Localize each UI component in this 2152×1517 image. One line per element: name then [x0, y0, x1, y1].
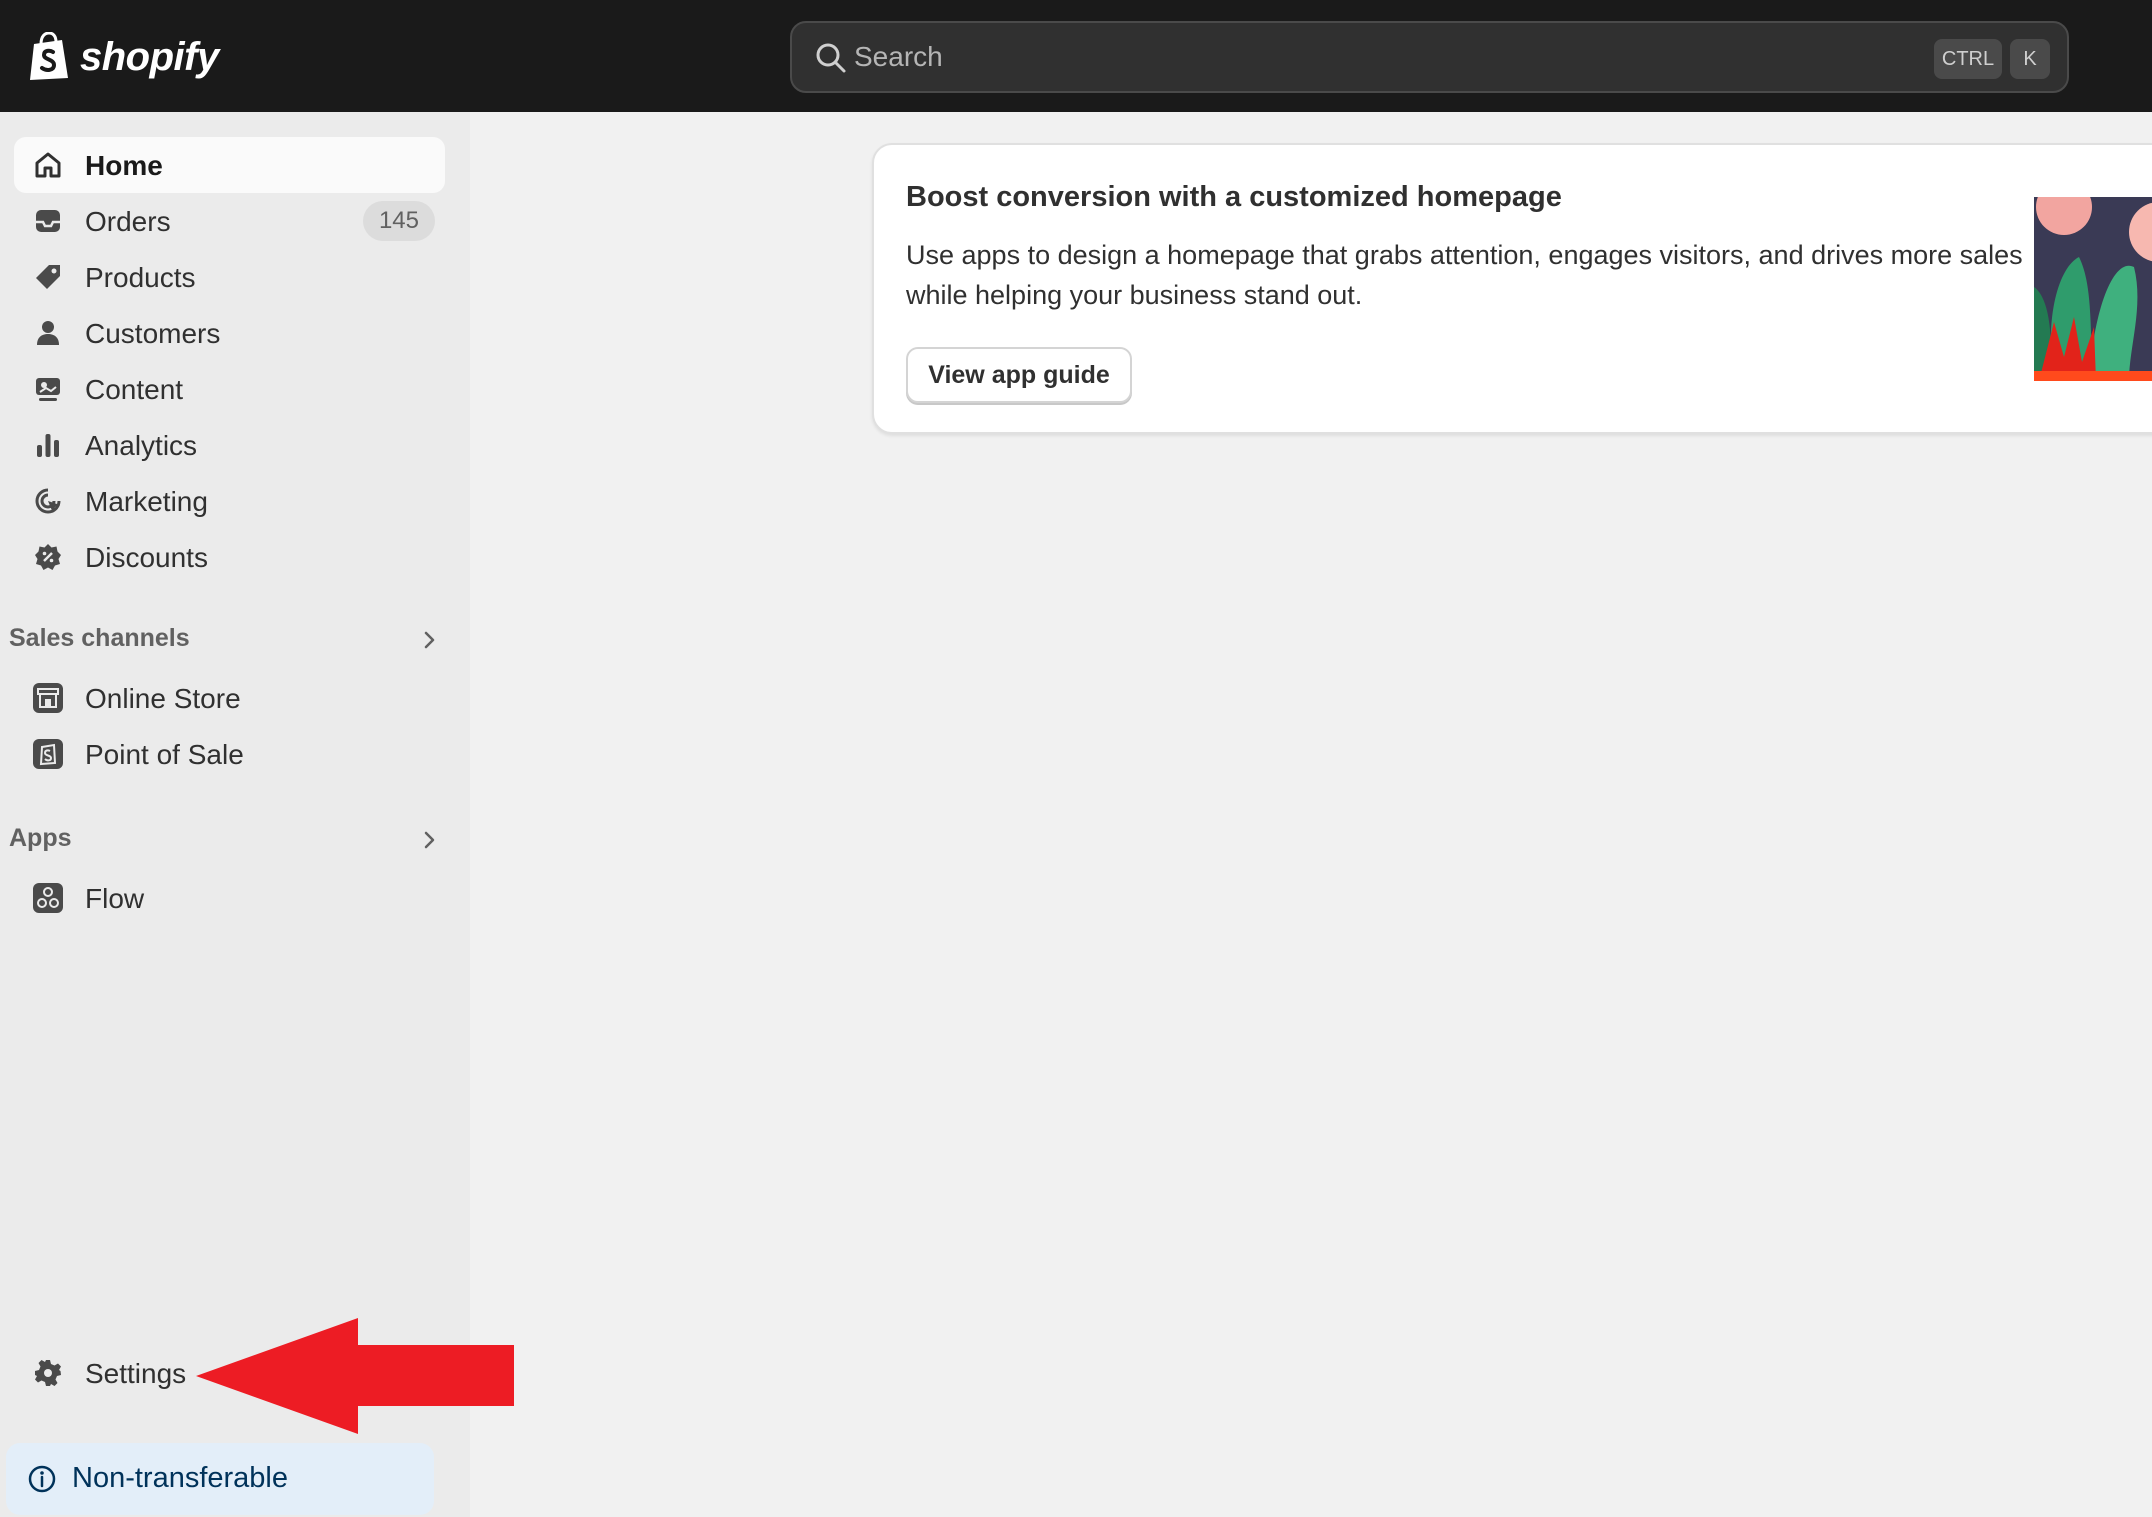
sidebar-item-label: Discounts	[85, 542, 208, 573]
sidebar: Home Orders 145 Products Customers Conte…	[0, 112, 470, 1517]
sidebar-item-online-store[interactable]: Online Store	[14, 670, 445, 726]
promo-illustration	[2034, 197, 2152, 381]
sidebar-item-analytics[interactable]: Analytics	[14, 417, 445, 473]
flow-icon	[32, 882, 64, 914]
tag-icon	[32, 261, 64, 293]
inbox-icon	[32, 205, 64, 237]
sidebar-item-label: Content	[85, 374, 184, 405]
shortcut-ctrl-key: CTRL	[1934, 39, 2002, 79]
sales-channels-header[interactable]: Sales channels	[9, 620, 449, 660]
sidebar-item-orders[interactable]: Orders 145	[14, 193, 445, 249]
sidebar-item-home[interactable]: Home	[14, 137, 445, 193]
info-icon	[28, 1465, 56, 1493]
promo-card-body: Use apps to design a homepage that grabs…	[906, 240, 2023, 310]
search-bar[interactable]: Search CTRL K	[790, 21, 2069, 93]
search-placeholder: Search	[854, 41, 943, 72]
sidebar-item-label: Flow	[85, 883, 145, 914]
plan-status-label: Non-transferable	[72, 1462, 288, 1494]
chevron-right-icon	[424, 831, 435, 849]
top-bar: shopify Search CTRL K	[0, 0, 2152, 112]
sidebar-item-customers[interactable]: Customers	[14, 305, 445, 361]
section-label: Apps	[9, 824, 72, 852]
sidebar-item-label: Online Store	[85, 683, 241, 714]
section-label: Sales channels	[9, 624, 190, 652]
store-icon	[32, 682, 64, 714]
logo-text: shopify	[80, 34, 219, 79]
pos-icon	[32, 738, 64, 770]
sidebar-item-flow[interactable]: Flow	[14, 870, 445, 926]
gear-icon	[32, 1357, 64, 1389]
sidebar-item-label: Products	[85, 262, 196, 293]
sidebar-item-label: Point of Sale	[85, 739, 244, 770]
chevron-right-icon	[424, 631, 435, 649]
sidebar-item-products[interactable]: Products	[14, 249, 445, 305]
home-icon	[32, 149, 64, 181]
sidebar-item-label: Orders	[85, 206, 171, 237]
bar-chart-icon	[32, 429, 64, 461]
target-icon	[32, 485, 64, 517]
content-icon	[32, 373, 64, 405]
sidebar-item-marketing[interactable]: Marketing	[14, 473, 445, 529]
annotation-arrow	[196, 1318, 514, 1434]
shopify-bag-icon	[30, 32, 68, 80]
search-icon	[816, 43, 846, 73]
shopify-logo[interactable]: shopify	[28, 30, 219, 84]
sidebar-item-point-of-sale[interactable]: Point of Sale	[14, 726, 445, 782]
sidebar-item-content[interactable]: Content	[14, 361, 445, 417]
sidebar-item-label: Home	[85, 150, 163, 181]
sidebar-item-label: Marketing	[85, 486, 208, 517]
promo-card: Boost conversion with a customized homep…	[872, 143, 2152, 434]
apps-header[interactable]: Apps	[9, 820, 449, 860]
discount-icon	[32, 541, 64, 573]
sidebar-item-label: Customers	[85, 318, 221, 349]
orders-count-badge: 145	[362, 201, 435, 241]
sidebar-item-discounts[interactable]: Discounts	[14, 529, 445, 585]
shortcut-k-key: K	[2010, 39, 2050, 79]
plan-status-banner[interactable]: Non-transferable	[6, 1443, 434, 1515]
sidebar-item-label: Settings	[85, 1358, 187, 1389]
person-icon	[32, 317, 64, 349]
sidebar-item-label: Analytics	[85, 430, 198, 461]
view-app-guide-button[interactable]: View app guide	[906, 347, 1132, 403]
promo-card-title: Boost conversion with a customized homep…	[906, 181, 1562, 213]
